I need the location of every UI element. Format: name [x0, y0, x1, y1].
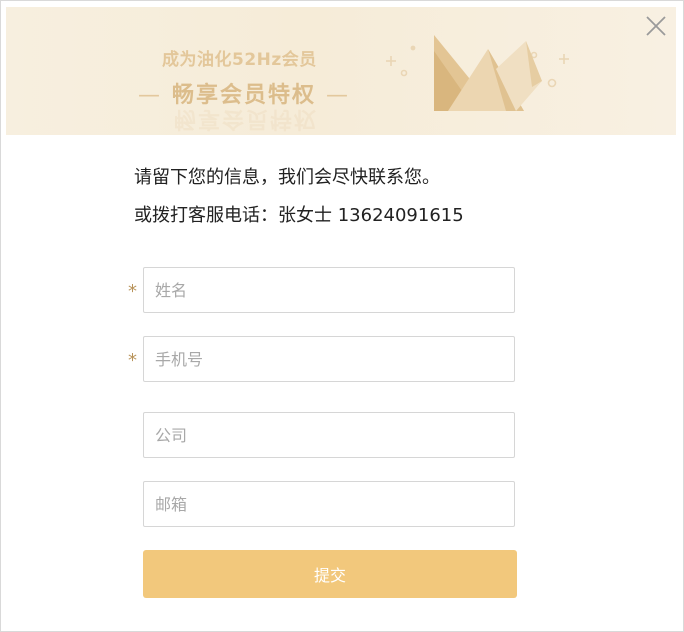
banner-dash-left: — [138, 83, 162, 108]
close-icon [646, 16, 666, 36]
banner-subheadline-reflection: 畅享会员特权 [174, 106, 319, 131]
required-marker: * [128, 350, 137, 371]
company-input[interactable] [143, 412, 515, 458]
membership-banner: 成为油化52Hz会员 — 畅享会员特权 — 畅享会员特权 [6, 7, 676, 135]
name-input[interactable] [143, 267, 515, 313]
required-marker: * [128, 281, 137, 302]
contact-info-message: 请留下您的信息，我们会尽快联系您。 [134, 167, 440, 188]
contact-phone-info: 或拨打客服电话：张女士 13624091615 [134, 205, 464, 226]
crown-illustration-icon [386, 35, 569, 111]
phone-input[interactable] [143, 336, 515, 382]
contact-modal: 成为油化52Hz会员 — 畅享会员特权 — 畅享会员特权 请留下您的信息，我们会… [0, 0, 684, 632]
submit-button[interactable]: 提交 [143, 550, 517, 598]
close-button[interactable] [642, 12, 670, 40]
banner-dash-right: — [326, 83, 351, 108]
email-input[interactable] [143, 481, 515, 527]
banner-headline: 成为油化52Hz会员 [162, 50, 317, 70]
